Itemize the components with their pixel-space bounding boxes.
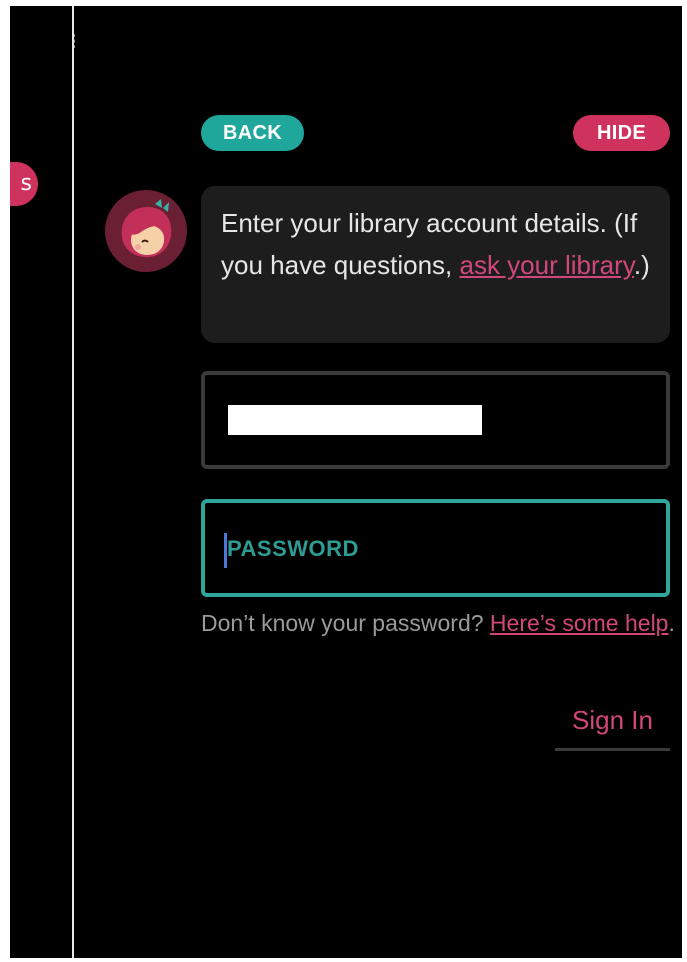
app-screen: ⁝ s BACK HIDE Enter your library account… <box>10 6 682 958</box>
side-tab-button[interactable]: s <box>10 162 38 206</box>
message-bubble: Enter your library account details. (If … <box>201 186 670 343</box>
sign-in-button[interactable]: Sign In <box>555 698 670 751</box>
redacted-username-value <box>228 405 482 435</box>
help-text-end: . <box>668 610 675 636</box>
back-button[interactable]: BACK <box>201 115 304 151</box>
hide-button[interactable]: HIDE <box>573 115 670 151</box>
password-field[interactable]: PASSWORD <box>201 499 670 597</box>
panel-divider <box>72 6 74 958</box>
help-text-prefix: Don’t know your password? <box>201 610 490 636</box>
password-help-text: Don’t know your password? Here’s some he… <box>201 605 681 641</box>
ask-library-link[interactable]: ask your library <box>460 250 634 280</box>
password-help-link[interactable]: Here’s some help <box>490 610 669 636</box>
username-field[interactable] <box>201 371 670 469</box>
side-tab-label: s <box>20 171 32 196</box>
drag-handle-icon[interactable]: ⁝ <box>70 32 77 54</box>
message-text-end: .) <box>633 250 650 280</box>
libby-avatar-icon <box>105 190 187 272</box>
password-placeholder: PASSWORD <box>227 536 359 561</box>
